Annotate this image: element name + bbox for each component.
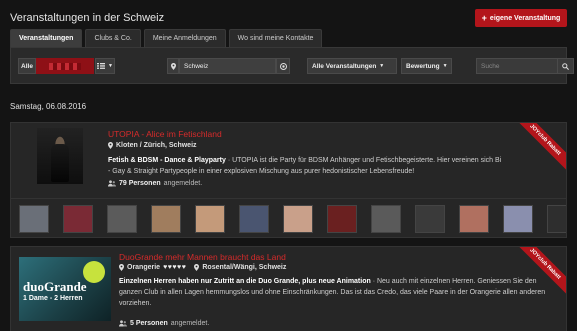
new-event-label: eigene Veranstaltung bbox=[489, 14, 561, 22]
attendee-avatar[interactable] bbox=[195, 205, 225, 233]
search-input[interactable]: Suche bbox=[476, 58, 558, 74]
tab-bar: Veranstaltungen Clubs & Co. Meine Anmeld… bbox=[10, 29, 323, 47]
attendee-avatar[interactable] bbox=[327, 205, 357, 233]
rating-hearts: ♥♥♥♥♥ bbox=[163, 264, 187, 271]
event-location: Orangerie ♥♥♥♥♥ Rosental/Wängi, Schweiz bbox=[119, 264, 286, 271]
search-icon bbox=[562, 62, 569, 70]
filter-all-button[interactable]: Alle bbox=[18, 58, 36, 74]
event-title[interactable]: UTOPIA - Alice im Fetischland bbox=[108, 129, 222, 139]
locate-button[interactable] bbox=[276, 58, 290, 74]
attendee-avatar[interactable] bbox=[283, 205, 313, 233]
thumbnail-subtext: 1 Dame - 2 Herren bbox=[23, 295, 83, 302]
rating-dropdown[interactable]: Bewertung ▼ bbox=[401, 58, 452, 74]
view-toggle-button[interactable]: ▼ bbox=[95, 58, 115, 74]
search-button[interactable] bbox=[557, 58, 574, 74]
tab-my-registrations[interactable]: Meine Anmeldungen bbox=[143, 29, 226, 47]
attendee-avatars bbox=[19, 205, 566, 233]
registered-count-number: 79 Personen bbox=[119, 180, 161, 187]
location-pin-button[interactable] bbox=[167, 58, 179, 74]
attendee-avatar[interactable] bbox=[107, 205, 137, 233]
attendee-avatar[interactable] bbox=[459, 205, 489, 233]
new-event-button[interactable]: + eigene Veranstaltung bbox=[475, 9, 567, 27]
registered-count[interactable]: 79 Personen angemeldet. bbox=[108, 180, 202, 187]
events-dropdown-label: Alle Veranstaltungen bbox=[312, 62, 377, 70]
venue[interactable]: Orangerie ♥♥♥♥♥ bbox=[119, 264, 186, 271]
event-description-bold: Einzelnen Herren haben nur Zutritt an di… bbox=[119, 278, 371, 285]
map-pin-icon bbox=[119, 264, 124, 271]
thumbnail-logo-text: duoGrande bbox=[23, 279, 87, 294]
event-card[interactable]: JOYclub Rabatt duoGrande 1 Dame - 2 Herr… bbox=[10, 246, 567, 331]
event-description: Fetish & BDSM - Dance & Playparty · UTOP… bbox=[108, 155, 503, 177]
map-pin-icon bbox=[170, 62, 176, 70]
registered-count-suffix: angemeldet. bbox=[170, 320, 210, 327]
location-input[interactable]: Schweiz bbox=[179, 58, 276, 74]
locate-icon bbox=[279, 62, 287, 70]
page-title: Veranstaltungen in der Schweiz bbox=[10, 12, 165, 24]
events-dropdown[interactable]: Alle Veranstaltungen ▼ bbox=[307, 58, 397, 74]
attendee-avatar[interactable] bbox=[63, 205, 93, 233]
event-card[interactable]: JOYclub Rabatt UTOPIA - Alice im Fetisch… bbox=[10, 122, 567, 238]
rating-dropdown-label: Bewertung bbox=[406, 62, 440, 70]
divider bbox=[11, 198, 566, 199]
attendee-avatar[interactable] bbox=[19, 205, 49, 233]
date-heading: Samstag, 06.08.2016 bbox=[10, 102, 87, 111]
attendee-avatar[interactable] bbox=[371, 205, 401, 233]
event-description-bold: Fetish & BDSM - Dance & Playparty bbox=[108, 157, 226, 164]
event-title[interactable]: DuoGrande mehr Mannen braucht das Land bbox=[119, 252, 286, 262]
registered-count-number: 5 Personen bbox=[130, 320, 168, 327]
event-thumbnail[interactable] bbox=[37, 128, 83, 184]
tab-clubs[interactable]: Clubs & Co. bbox=[85, 29, 141, 47]
map-pin-icon bbox=[108, 142, 113, 149]
event-thumbnail[interactable]: duoGrande 1 Dame - 2 Herren bbox=[19, 257, 111, 321]
attendee-avatar[interactable] bbox=[415, 205, 445, 233]
venue-name: Orangerie bbox=[127, 264, 161, 271]
tab-events[interactable]: Veranstaltungen bbox=[10, 29, 83, 47]
attendee-avatar[interactable] bbox=[547, 205, 566, 233]
chevron-down-icon: ▼ bbox=[379, 63, 385, 69]
chevron-down-icon: ▼ bbox=[442, 63, 448, 69]
chevron-down-icon: ▼ bbox=[108, 63, 113, 69]
attendee-avatar[interactable] bbox=[239, 205, 269, 233]
registered-count[interactable]: 5 Personen angemeldet. bbox=[119, 320, 209, 327]
event-location: Kloten / Zürich, Schweiz bbox=[108, 142, 197, 149]
attendee-avatar[interactable] bbox=[503, 205, 533, 233]
filter-category-button[interactable] bbox=[36, 58, 94, 74]
plus-icon: + bbox=[481, 13, 487, 23]
filter-bar: Alle ▼ Schweiz Alle Veranstaltungen ▼ Be… bbox=[10, 47, 574, 84]
attendee-avatar[interactable] bbox=[151, 205, 181, 233]
people-icon bbox=[108, 180, 116, 187]
people-icon bbox=[119, 320, 127, 327]
discount-ribbon: JOYclub Rabatt bbox=[508, 123, 566, 177]
tab-contacts[interactable]: Wo sind meine Kontakte bbox=[228, 29, 323, 47]
registered-count-suffix: angemeldet. bbox=[163, 180, 203, 187]
event-location-text: Rosental/Wängi, Schweiz bbox=[202, 264, 287, 271]
map-pin-icon bbox=[194, 264, 200, 271]
event-location-text: Kloten / Zürich, Schweiz bbox=[116, 142, 197, 149]
list-icon bbox=[97, 63, 106, 69]
event-description: Einzelnen Herren haben nur Zutritt an di… bbox=[119, 276, 559, 309]
location: Rosental/Wängi, Schweiz bbox=[194, 264, 286, 271]
pixelated-label bbox=[49, 62, 81, 70]
